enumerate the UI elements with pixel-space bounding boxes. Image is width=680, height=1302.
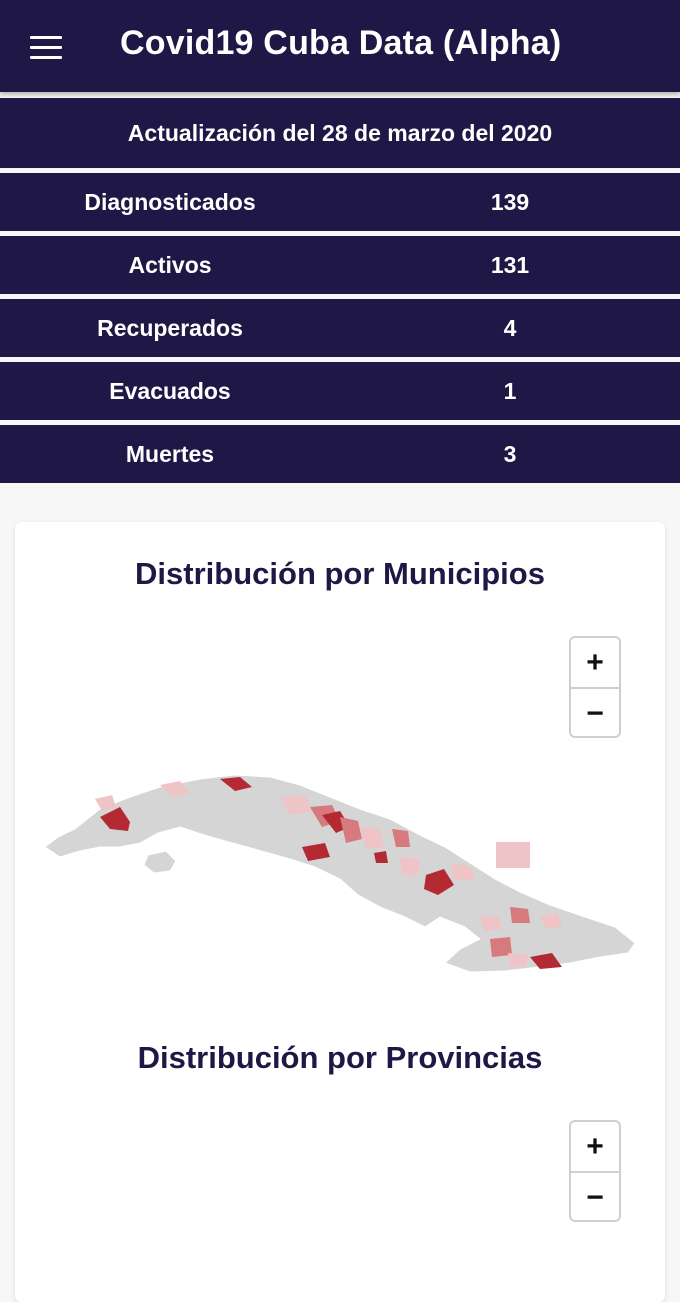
provincias-map-title: Distribución por Provincias <box>137 1040 543 1075</box>
stat-row-muertes: Muertes 3 <box>0 425 680 483</box>
menu-icon[interactable] <box>30 36 62 60</box>
update-date: Actualización del 28 de marzo del 2020 <box>0 98 680 168</box>
municipio-light <box>508 953 528 967</box>
zoom-in-button[interactable]: + <box>571 638 619 687</box>
app-bar: Covid19 Cuba Data (Alpha) <box>0 0 680 92</box>
stat-value: 4 <box>503 315 517 341</box>
municipios-map-title: Distribución por Municipios <box>135 556 545 591</box>
stat-label: Recuperados <box>97 315 243 341</box>
zoom-in-button[interactable]: + <box>571 1122 619 1171</box>
stat-row-recuperados: Recuperados 4 <box>0 299 680 357</box>
stat-value: 131 <box>490 252 530 278</box>
municipios-map[interactable] <box>40 767 640 977</box>
stat-label: Activos <box>128 252 212 278</box>
map-legend-swatch <box>496 842 530 868</box>
stat-label: Muertes <box>125 441 215 467</box>
isla-juventud-shape <box>143 850 177 874</box>
maps-card: Distribución por Municipios + − Distribu… <box>15 522 665 1302</box>
municipio-light <box>400 857 420 875</box>
municipio-medium <box>510 907 530 923</box>
provincias-zoom-control: + − <box>569 1120 621 1222</box>
zoom-out-button[interactable]: − <box>571 687 619 738</box>
zoom-out-button[interactable]: − <box>571 1171 619 1222</box>
stat-value: 3 <box>503 441 517 467</box>
municipio-dark <box>374 851 388 863</box>
stat-label: Evacuados <box>109 378 231 404</box>
stat-value: 139 <box>490 189 530 215</box>
stat-row-evacuados: Evacuados 1 <box>0 362 680 420</box>
stat-row-activos: Activos 131 <box>0 236 680 294</box>
stats-panel: Actualización del 28 de marzo del 2020 D… <box>0 98 680 488</box>
municipios-zoom-control: + − <box>569 636 621 738</box>
stat-row-diagnosticados: Diagnosticados 139 <box>0 173 680 231</box>
app-title: Covid19 Cuba Data (Alpha) <box>120 24 562 62</box>
cuba-island-shape <box>44 774 636 973</box>
stat-value: 1 <box>503 378 517 404</box>
stat-label: Diagnosticados <box>84 189 256 215</box>
